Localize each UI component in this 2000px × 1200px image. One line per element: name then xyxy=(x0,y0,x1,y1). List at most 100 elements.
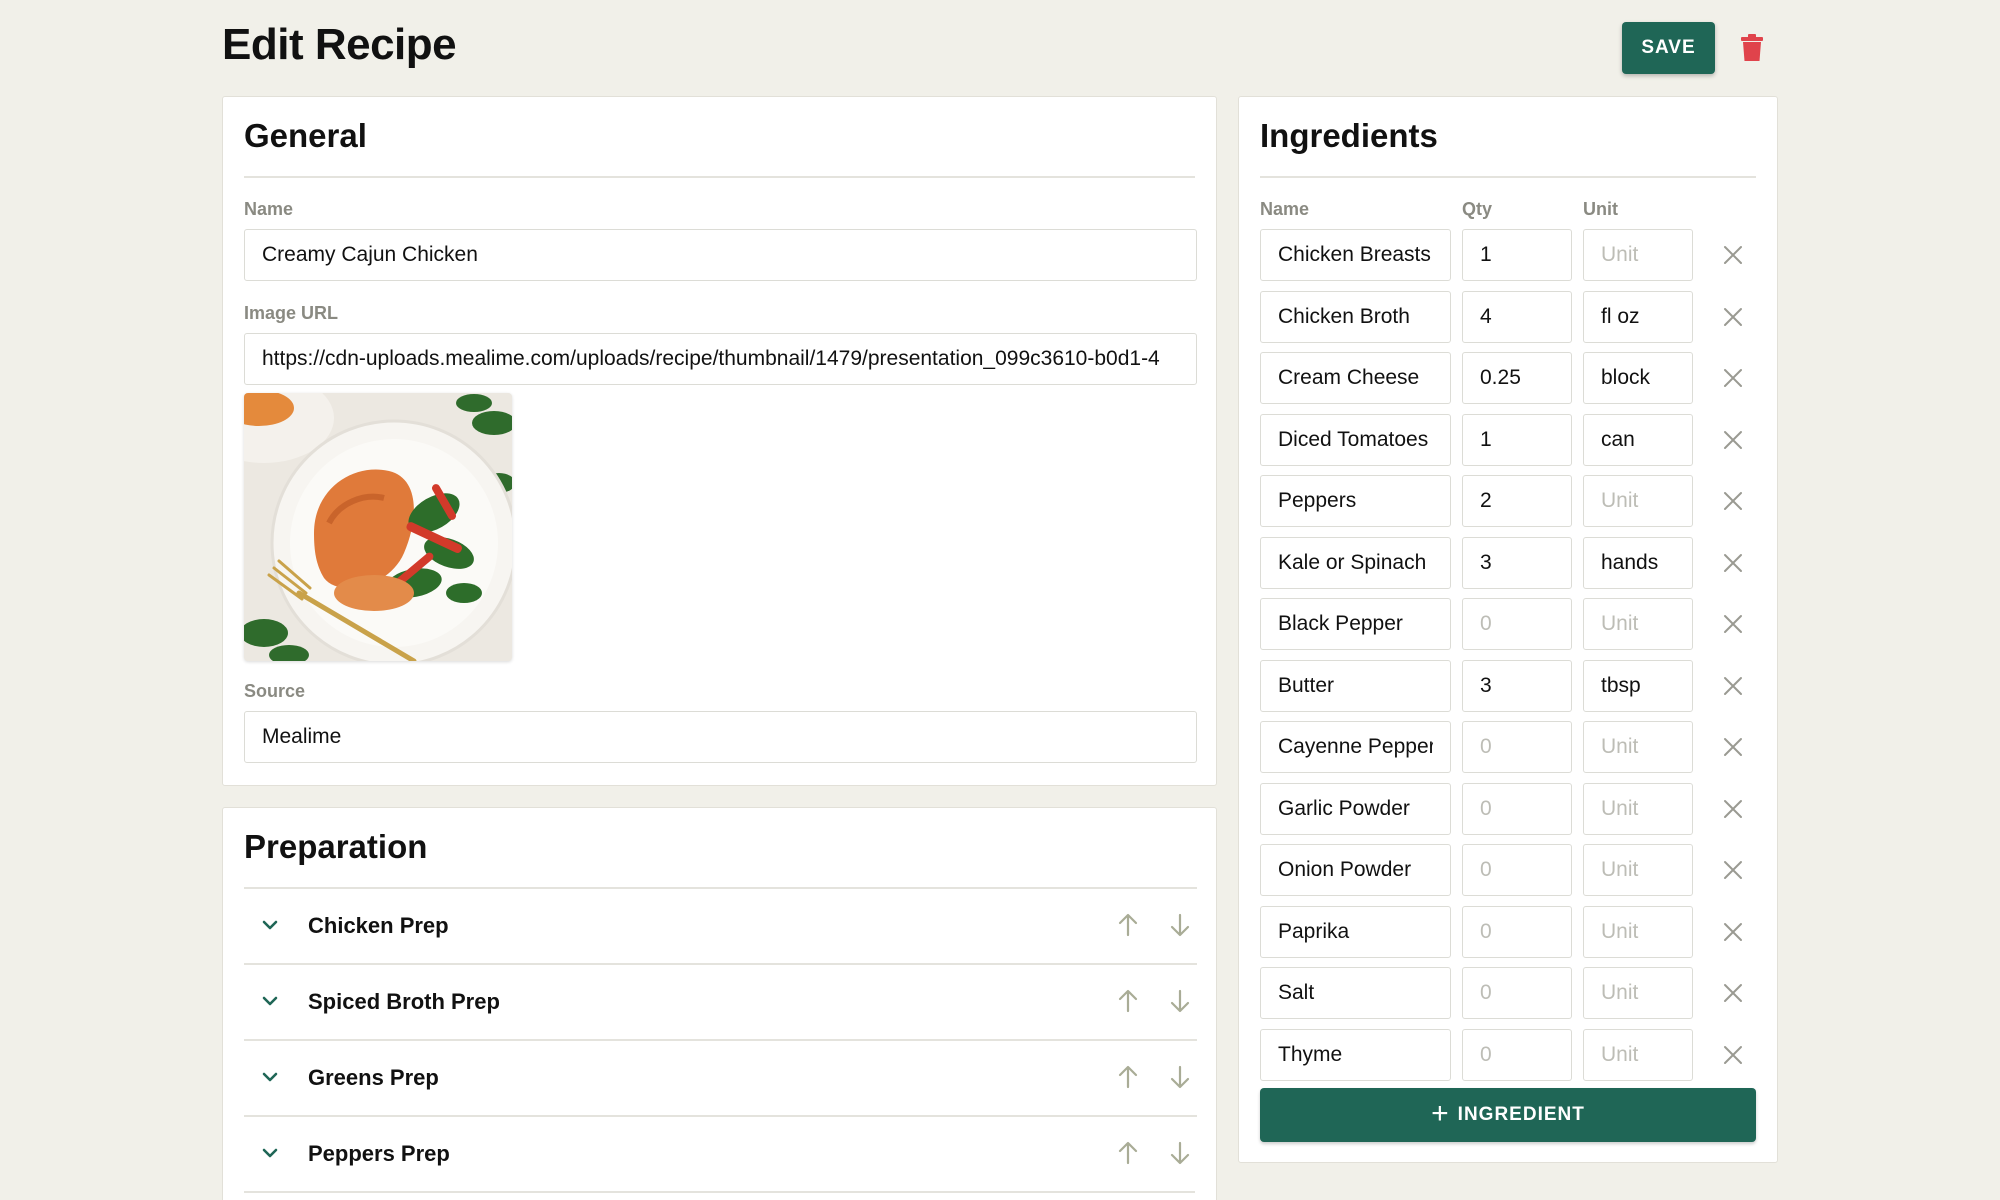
prep-section-label: Greens Prep xyxy=(308,1065,439,1090)
remove-ingredient-button[interactable] xyxy=(1719,364,1747,392)
page-title: Edit Recipe xyxy=(222,20,457,69)
ingredient-unit-input[interactable] xyxy=(1583,967,1693,1019)
remove-ingredient-button[interactable] xyxy=(1719,856,1747,884)
ingredient-name-input[interactable] xyxy=(1260,413,1451,466)
arrow-up-icon[interactable] xyxy=(1114,911,1142,939)
delete-button[interactable] xyxy=(1736,30,1768,66)
remove-ingredient-button[interactable] xyxy=(1719,549,1747,577)
ingredient-unit-input[interactable] xyxy=(1583,413,1693,466)
ingredient-row xyxy=(1260,1028,1760,1081)
image-url-input[interactable] xyxy=(244,333,1197,385)
ingredient-qty-input[interactable] xyxy=(1462,782,1572,835)
recipe-name-input[interactable] xyxy=(244,229,1197,281)
remove-ingredient-button[interactable] xyxy=(1719,979,1747,1007)
remove-ingredient-button[interactable] xyxy=(1719,672,1747,700)
arrow-up-icon[interactable] xyxy=(1114,987,1142,1015)
ingredient-qty-input[interactable] xyxy=(1462,721,1572,773)
ingredient-name-input[interactable] xyxy=(1260,967,1451,1019)
prep-section-row[interactable]: Greens Prep xyxy=(244,1039,1197,1115)
close-icon xyxy=(1724,307,1742,326)
remove-ingredient-button[interactable] xyxy=(1719,426,1747,454)
ingredient-qty-input[interactable] xyxy=(1462,598,1572,650)
ingredient-row xyxy=(1260,413,1760,466)
close-icon xyxy=(1724,738,1742,756)
prep-section-label: Peppers Prep xyxy=(308,1141,450,1166)
ingredient-unit-input[interactable] xyxy=(1583,721,1693,773)
ingredient-unit-input[interactable] xyxy=(1583,1028,1693,1081)
remove-ingredient-button[interactable] xyxy=(1719,795,1747,823)
ingredient-qty-input[interactable] xyxy=(1462,905,1572,958)
ingredient-name-input[interactable] xyxy=(1260,1028,1451,1081)
ingredient-name-input[interactable] xyxy=(1260,905,1451,958)
ingredient-unit-input[interactable] xyxy=(1583,844,1693,896)
chevron-down-icon[interactable] xyxy=(258,913,282,937)
remove-ingredient-button[interactable] xyxy=(1719,610,1747,638)
plus-icon: + xyxy=(1431,1096,1450,1130)
ingredient-qty-input[interactable] xyxy=(1462,1028,1572,1081)
ingredient-qty-input[interactable] xyxy=(1462,967,1572,1019)
chevron-down-icon[interactable] xyxy=(258,1141,282,1165)
ingredients-title: Ingredients xyxy=(1260,117,1438,154)
ingredient-qty-input[interactable] xyxy=(1462,536,1572,589)
close-icon xyxy=(1724,553,1742,572)
source-input[interactable] xyxy=(244,711,1197,763)
ingredient-row xyxy=(1260,598,1760,650)
ingredient-qty-input[interactable] xyxy=(1462,290,1572,343)
ingredient-name-input[interactable] xyxy=(1260,721,1451,773)
arrow-up-icon[interactable] xyxy=(1114,1139,1142,1167)
prep-section-row[interactable]: Spiced Broth Prep xyxy=(244,963,1197,1039)
ingredient-qty-input[interactable] xyxy=(1462,413,1572,466)
ingredient-qty-input[interactable] xyxy=(1462,475,1572,527)
ingredient-name-input[interactable] xyxy=(1260,352,1451,404)
remove-ingredient-button[interactable] xyxy=(1719,1041,1747,1069)
ingredient-unit-input[interactable] xyxy=(1583,659,1693,712)
ingredient-unit-input[interactable] xyxy=(1583,475,1693,527)
ingredient-unit-input[interactable] xyxy=(1583,782,1693,835)
remove-ingredient-button[interactable] xyxy=(1719,918,1747,946)
ingredient-row xyxy=(1260,844,1760,896)
ingredient-unit-input[interactable] xyxy=(1583,536,1693,589)
remove-ingredient-button[interactable] xyxy=(1719,487,1747,515)
close-icon xyxy=(1724,492,1742,510)
ingredient-name-input[interactable] xyxy=(1260,229,1451,281)
arrow-down-icon[interactable] xyxy=(1166,987,1194,1015)
ingredient-row xyxy=(1260,659,1760,712)
divider xyxy=(244,176,1195,178)
ingredient-name-input[interactable] xyxy=(1260,844,1451,896)
ingredient-qty-input[interactable] xyxy=(1462,844,1572,896)
prep-section-label: Chicken Prep xyxy=(308,913,449,938)
prep-section-row[interactable]: Chicken Prep xyxy=(244,887,1197,963)
ingredient-name-input[interactable] xyxy=(1260,290,1451,343)
ingredient-name-input[interactable] xyxy=(1260,782,1451,835)
arrow-down-icon[interactable] xyxy=(1166,1139,1194,1167)
ingredient-row xyxy=(1260,229,1760,281)
ingredient-qty-input[interactable] xyxy=(1462,229,1572,281)
add-ingredient-button[interactable]: + INGREDIENT xyxy=(1260,1088,1756,1142)
close-icon xyxy=(1724,1045,1742,1064)
ingredient-unit-input[interactable] xyxy=(1583,905,1693,958)
ingredient-name-input[interactable] xyxy=(1260,475,1451,527)
remove-ingredient-button[interactable] xyxy=(1719,303,1747,331)
general-title: General xyxy=(244,117,367,154)
ingredient-name-input[interactable] xyxy=(1260,659,1451,712)
ingredient-qty-input[interactable] xyxy=(1462,659,1572,712)
ingredient-name-input[interactable] xyxy=(1260,598,1451,650)
ingredient-name-input[interactable] xyxy=(1260,536,1451,589)
remove-ingredient-button[interactable] xyxy=(1719,241,1747,269)
arrow-down-icon[interactable] xyxy=(1166,911,1194,939)
ingredient-unit-input[interactable] xyxy=(1583,598,1693,650)
arrow-down-icon[interactable] xyxy=(1166,1063,1194,1091)
remove-ingredient-button[interactable] xyxy=(1719,733,1747,761)
ingredient-unit-input[interactable] xyxy=(1583,290,1693,343)
ingredients-card: Ingredients Name Qty Unit + INGREDIENT xyxy=(1238,96,1778,1163)
chevron-down-icon[interactable] xyxy=(258,1065,282,1089)
ingredient-unit-input[interactable] xyxy=(1583,229,1693,281)
chevron-down-icon[interactable] xyxy=(258,989,282,1013)
ingredient-row xyxy=(1260,475,1760,527)
ingredient-row xyxy=(1260,721,1760,773)
ingredient-unit-input[interactable] xyxy=(1583,352,1693,404)
arrow-up-icon[interactable] xyxy=(1114,1063,1142,1091)
prep-section-row[interactable]: Peppers Prep xyxy=(244,1115,1197,1191)
save-button[interactable]: SAVE xyxy=(1622,22,1715,74)
ingredient-qty-input[interactable] xyxy=(1462,352,1572,404)
